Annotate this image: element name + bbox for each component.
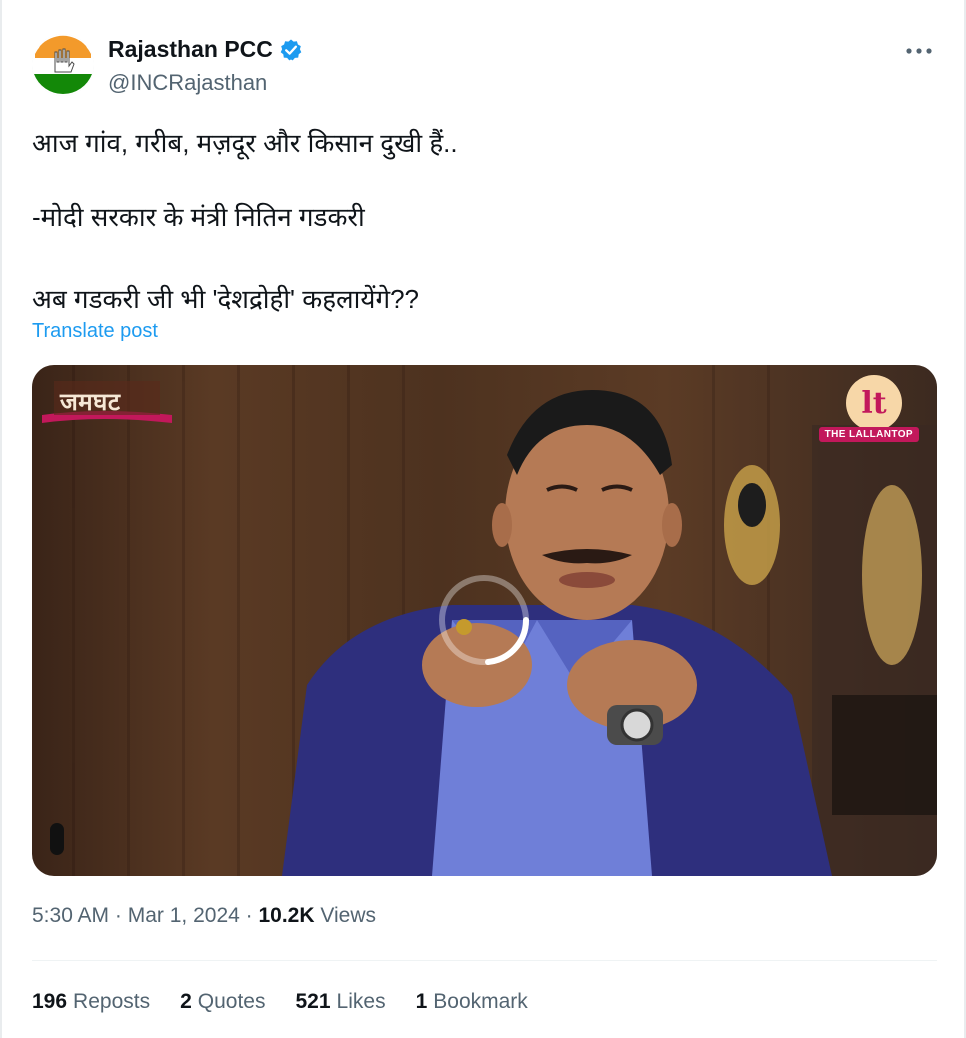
avatar[interactable] [32,34,94,96]
tweet-text-line-1: आज गांव, गरीब, मज़दूर और किसान दुखी हैं.… [32,128,458,158]
quotes-label: Quotes [197,990,266,1013]
more-horizontal-icon [906,48,932,54]
reposts-count: 196 [32,990,68,1013]
quotes-stat[interactable]: 2 Quotes [180,990,265,1014]
reposts-stat[interactable]: 196 Reposts [32,990,150,1014]
name-row: Rajasthan PCC [108,36,303,63]
more-options-button[interactable] [902,36,936,66]
engagement-stats: 196 Reposts 2 Quotes 521 Likes 1 Bookmark [32,990,528,1014]
likes-stat[interactable]: 521 Likes [296,990,386,1014]
likes-label: Likes [336,990,386,1013]
svg-text:lt: lt [861,386,886,421]
bookmarks-label: Bookmark [433,990,528,1013]
video-player[interactable]: lt जमघट THE LALLANTOP [32,365,937,876]
reposts-label: Reposts [73,990,151,1013]
meta-separator: · [109,904,128,927]
tweet-time[interactable]: 5:30 AM [32,904,109,927]
likes-count: 521 [295,990,331,1013]
bookmarks-count: 1 [415,990,428,1013]
handle[interactable]: @INCRajasthan [108,70,267,96]
frame-border-left [0,0,2,1038]
tweet-text-line-3: अब गडकरी जी भी 'देशद्रोही' कहलायेंगे?? [32,284,420,314]
tweet-date[interactable]: Mar 1, 2024 [128,904,240,927]
channel-badge: THE LALLANTOP [818,427,919,442]
congress-logo-icon [32,34,94,96]
show-logo-text: जमघट [60,388,121,416]
display-name[interactable]: Rajasthan PCC [108,36,273,63]
meta-separator: · [239,904,259,927]
views-label: Views [314,904,377,927]
verified-badge-icon [279,38,303,62]
views-count: 10.2K [258,904,315,927]
quotes-count: 2 [180,990,192,1013]
bookmarks-stat[interactable]: 1 Bookmark [416,990,528,1014]
tweet-meta: 5:30 AM · Mar 1, 2024 · 10.2K Views [32,904,376,928]
divider [32,960,937,961]
translate-post-link[interactable]: Translate post [32,320,158,343]
tweet-text-line-2: -मोदी सरकार के मंत्री नितिन गडकरी [32,202,365,232]
video-frame: lt [42,365,937,876]
